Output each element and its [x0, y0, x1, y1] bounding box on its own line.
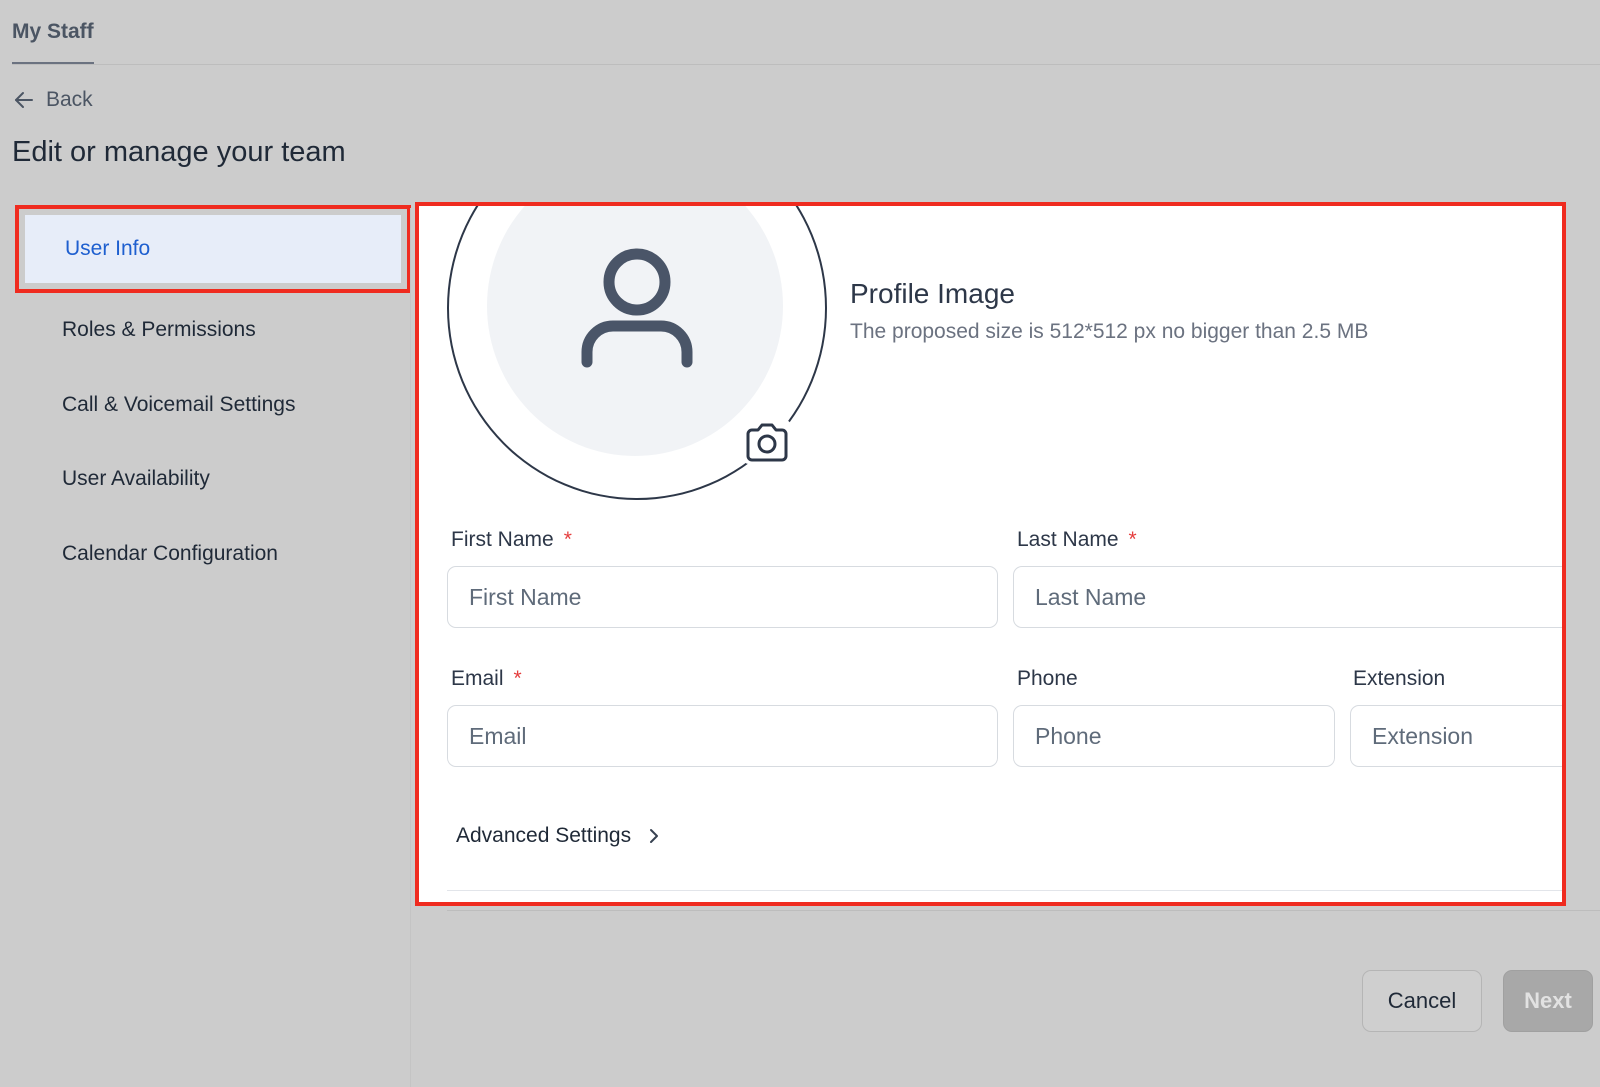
first-name-input[interactable] — [447, 566, 998, 628]
header-divider — [12, 64, 1600, 65]
panel-divider — [447, 890, 1562, 891]
required-mark: * — [563, 528, 572, 551]
sidebar-item-calendar-configuration[interactable]: Calendar Configuration — [18, 517, 408, 592]
sidebar-divider — [410, 208, 411, 1087]
page: My Staff Back Edit or manage your team U… — [0, 0, 1600, 1087]
user-info-panel: Profile Image The proposed size is 512*5… — [415, 202, 1566, 906]
tab-my-staff[interactable]: My Staff — [12, 20, 94, 64]
advanced-settings-toggle[interactable]: Advanced Settings — [456, 824, 663, 848]
back-link[interactable]: Back — [12, 88, 93, 112]
required-mark: * — [513, 667, 522, 690]
advanced-settings-label: Advanced Settings — [456, 824, 632, 847]
phone-label: Phone — [1017, 667, 1078, 690]
email-label: Email * — [451, 667, 522, 691]
footer-divider — [447, 910, 1600, 911]
sidebar-item-call-voicemail-settings[interactable]: Call & Voicemail Settings — [18, 368, 408, 443]
first-name-label-text: First Name — [451, 528, 554, 551]
extension-label: Extension — [1353, 667, 1446, 690]
sidebar-item-label: User Info — [25, 215, 401, 283]
email-input[interactable] — [447, 705, 998, 767]
camera-icon[interactable] — [743, 420, 791, 464]
sidebar-item-roles-permissions[interactable]: Roles & Permissions — [18, 293, 408, 368]
email-label-text: Email — [451, 667, 504, 690]
last-name-label-text: Last Name — [1017, 528, 1119, 551]
last-name-label: Last Name * — [1017, 528, 1137, 552]
sidebar-item-user-availability[interactable]: User Availability — [18, 442, 408, 517]
phone-input[interactable] — [1013, 705, 1335, 767]
page-title: Edit or manage your team — [12, 136, 346, 168]
last-name-input[interactable] — [1013, 566, 1562, 628]
first-name-label: First Name * — [451, 528, 572, 552]
arrow-left-icon — [15, 92, 33, 108]
extension-input[interactable] — [1350, 705, 1562, 767]
sidebar-item-user-info[interactable]: User Info — [15, 205, 411, 293]
back-label: Back — [46, 88, 93, 111]
required-mark: * — [1128, 528, 1137, 551]
profile-image-hint: The proposed size is 512*512 px no bigge… — [850, 320, 1369, 343]
profile-image-title: Profile Image — [850, 278, 1015, 309]
chevron-right-icon — [650, 829, 659, 843]
sidebar-nav: User Info Roles & Permissions Call & Voi… — [15, 205, 411, 592]
person-icon — [581, 248, 693, 368]
next-button[interactable]: Next — [1503, 970, 1593, 1032]
cancel-button[interactable]: Cancel — [1362, 970, 1482, 1032]
